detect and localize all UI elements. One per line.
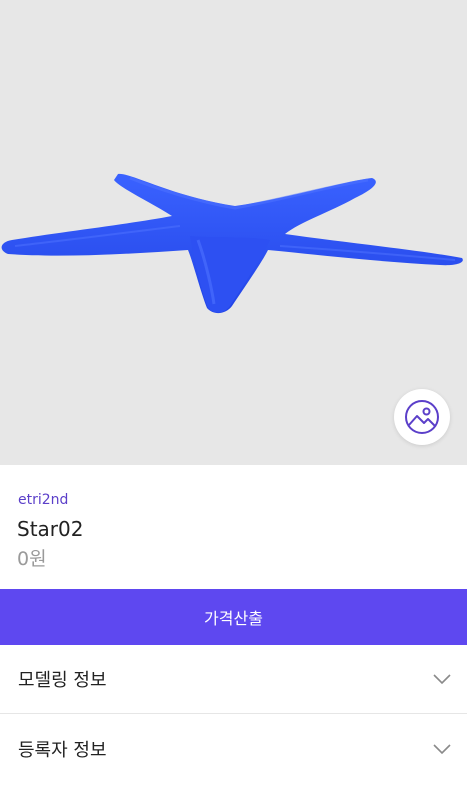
owner-name[interactable]: etri2nd xyxy=(18,492,68,508)
calculate-price-button[interactable]: 가격산출 xyxy=(0,589,467,645)
section-modeling-info[interactable]: 모델링 정보 xyxy=(0,645,467,714)
3d-model-star[interactable] xyxy=(0,0,467,465)
chevron-down-icon xyxy=(433,674,451,685)
model-title: Star02 xyxy=(17,517,84,541)
image-icon xyxy=(405,400,439,434)
section-label: 등록자 정보 xyxy=(18,739,107,761)
section-registrant-info[interactable]: 등록자 정보 xyxy=(0,714,467,783)
model-price: 0원 xyxy=(17,548,47,570)
model-info: etri2nd Star02 0원 xyxy=(0,465,467,589)
chevron-down-icon xyxy=(433,743,451,754)
section-label: 모델링 정보 xyxy=(18,670,107,691)
gallery-button[interactable] xyxy=(394,389,450,445)
model-viewer[interactable] xyxy=(0,0,467,465)
